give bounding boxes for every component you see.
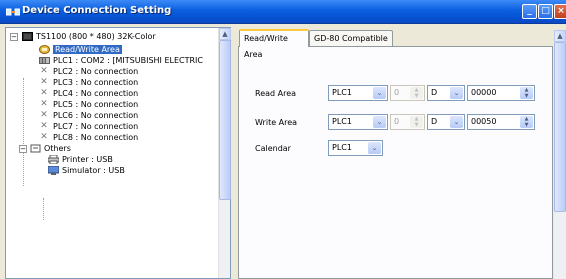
no-connection-icon: ✕ [40, 121, 48, 131]
maximize-button[interactable]: □ [538, 4, 553, 19]
chevron-down-icon[interactable]: ⌄ [450, 116, 463, 128]
tree-item-label: PLC4 : No connection [53, 89, 139, 98]
scroll-thumb[interactable] [554, 42, 566, 212]
write-area-device-value: D [431, 117, 438, 126]
tab-gd80-compatible[interactable]: GD-80 Compatible [309, 30, 393, 47]
chevron-down-icon[interactable]: ⌄ [373, 116, 386, 128]
scroll-up-arrow-icon[interactable]: ▲ [554, 30, 566, 42]
tree-item-plc7[interactable]: ✕ PLC7 : No connection [38, 122, 138, 132]
chevron-down-icon[interactable]: ⌄ [450, 87, 463, 99]
tree-item-others[interactable]: Others [29, 144, 71, 154]
write-area-plc-value: PLC1 [332, 117, 352, 126]
others-collapse-toggle[interactable]: − [19, 145, 27, 153]
title-bar[interactable]: Device Connection Setting _ □ × [0, 0, 566, 24]
tree-item-label: PLC7 : No connection [53, 122, 139, 131]
close-button[interactable]: × [554, 4, 566, 19]
no-connection-icon: ✕ [40, 88, 48, 98]
chevron-down-icon[interactable]: ⌄ [368, 142, 381, 154]
tree-item-plc6[interactable]: ✕ PLC6 : No connection [38, 111, 138, 121]
tree-item-label: PLC1 : COM2 : [MITSUBISHI ELECTRIC [53, 56, 203, 65]
spin-arrows-icon[interactable]: ▲ ▼ [520, 87, 533, 99]
no-connection-icon: ✕ [40, 110, 48, 120]
tree-item-label: Read/Write Area [53, 45, 122, 54]
calendar-plc-value: PLC1 [332, 143, 352, 152]
write-area-port-value: 0 [394, 117, 400, 126]
plc-device-icon [38, 56, 50, 65]
spin-arrows-icon[interactable]: ▲ ▼ [520, 116, 533, 128]
tree-item-label: Printer : USB [62, 155, 113, 164]
window-title: Device Connection Setting [22, 5, 172, 16]
connection-icon [5, 6, 21, 18]
tree-guide-line [43, 198, 44, 220]
spin-arrows-icon[interactable]: ▲ ▼ [410, 87, 423, 99]
tree-root[interactable]: TS1100 (800 * 480) 32K-Color [21, 32, 156, 42]
tree-guide-line [23, 78, 24, 186]
spin-arrows-icon[interactable]: ▲ ▼ [410, 116, 423, 128]
tab-content: Read Area PLC1 ⌄ 0 ▲ ▼ D ⌄ 00000 ▲ ▼ Write Are… [238, 46, 553, 279]
tree-item-plc1[interactable]: PLC1 : COM2 : [MITSUBISHI ELECTRIC [38, 56, 203, 66]
read-area-label: Read Area [255, 89, 297, 98]
write-area-device-select[interactable]: D ⌄ [427, 114, 465, 130]
scroll-thumb[interactable] [219, 40, 231, 200]
read-area-device-value: D [431, 88, 438, 97]
tab-read-write-area[interactable]: Read/Write Area [239, 29, 309, 59]
calendar-plc-select[interactable]: PLC1 ⌄ [328, 140, 383, 156]
tree-item-simulator[interactable]: Simulator : USB [47, 165, 125, 176]
read-write-area-icon [38, 45, 50, 54]
tree-item-label: PLC5 : No connection [53, 100, 139, 109]
tree-root-label: TS1100 (800 * 480) 32K-Color [36, 32, 156, 41]
tree-item-label: Simulator : USB [62, 166, 125, 175]
scroll-up-arrow-icon[interactable]: ▲ [219, 28, 231, 40]
read-area-plc-value: PLC1 [332, 88, 352, 97]
root-collapse-toggle[interactable]: − [10, 33, 18, 41]
no-connection-icon: ✕ [40, 66, 48, 76]
write-area-port-stepper[interactable]: 0 ▲ ▼ [390, 114, 425, 130]
display-unit-icon [21, 32, 33, 41]
minimize-button[interactable]: _ [522, 4, 537, 19]
read-area-device-select[interactable]: D ⌄ [427, 85, 465, 101]
device-connection-window: Device Connection Setting _ □ × − TS1100… [0, 0, 566, 279]
tree-item-label: PLC3 : No connection [53, 78, 139, 87]
no-connection-icon: ✕ [40, 99, 48, 109]
no-connection-icon: ✕ [40, 77, 48, 87]
write-area-plc-select[interactable]: PLC1 ⌄ [328, 114, 388, 130]
tree-item-printer[interactable]: Printer : USB [47, 154, 113, 165]
tree-item-read-write-area[interactable]: Read/Write Area [38, 45, 122, 55]
tree-item-plc8[interactable]: ✕ PLC8 : No connection [38, 133, 138, 143]
printer-icon [47, 154, 59, 165]
tree-item-label: PLC6 : No connection [53, 111, 139, 120]
simulator-icon [47, 165, 59, 175]
write-area-address-value: 00050 [471, 117, 497, 126]
read-area-plc-select[interactable]: PLC1 ⌄ [328, 85, 388, 101]
settings-panel: Read/Write Area GD-80 Compatible Read Ar… [237, 27, 566, 279]
tree-item-plc5[interactable]: ✕ PLC5 : No connection [38, 100, 138, 110]
chevron-down-icon[interactable]: ⌄ [373, 87, 386, 99]
tree-scrollbar[interactable]: ▲ [218, 28, 231, 278]
read-area-address-value: 00000 [471, 88, 497, 97]
tree-item-plc2[interactable]: ✕ PLC2 : No connection [38, 67, 138, 77]
tree-item-label: PLC8 : No connection [53, 133, 139, 142]
tree-item-label: PLC2 : No connection [53, 67, 139, 76]
tree-item-plc3[interactable]: ✕ PLC3 : No connection [38, 78, 138, 88]
read-area-address-stepper[interactable]: 00000 ▲ ▼ [467, 85, 535, 101]
read-area-port-stepper[interactable]: 0 ▲ ▼ [390, 85, 425, 101]
others-icon [29, 144, 41, 153]
panel-scrollbar[interactable]: ▲ [554, 30, 566, 279]
tree-item-label: Others [44, 144, 71, 153]
calendar-label: Calendar [255, 144, 291, 153]
no-connection-icon: ✕ [40, 132, 48, 142]
tree-item-plc4[interactable]: ✕ PLC4 : No connection [38, 89, 138, 99]
write-area-address-stepper[interactable]: 00050 ▲ ▼ [467, 114, 535, 130]
write-area-label: Write Area [255, 118, 298, 127]
device-tree[interactable]: − TS1100 (800 * 480) 32K-Color Read/Writ… [5, 27, 231, 279]
read-area-port-value: 0 [394, 88, 400, 97]
